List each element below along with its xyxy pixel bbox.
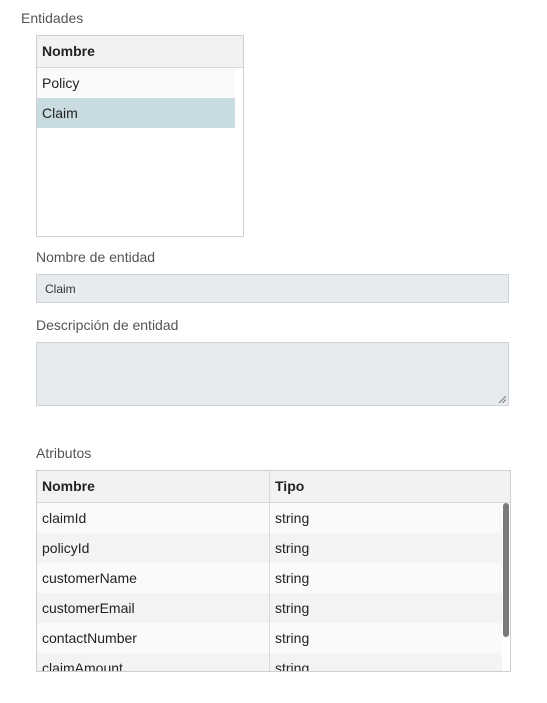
attributes-table-header: Nombre Tipo [37,471,510,503]
attribute-name-cell: customerName [42,570,137,586]
attribute-type-cell: string [275,630,310,646]
attribute-type-cell: string [275,510,310,526]
entity-description-textarea[interactable] [36,342,509,406]
resize-grip-icon[interactable] [498,395,506,403]
entities-list: Nombre Policy Claim [36,35,244,237]
entities-section-label: Entidades [21,10,84,26]
entity-item-policy[interactable]: Policy [37,68,235,98]
entity-name-label: Nombre de entidad [36,249,156,265]
attribute-type-cell: string [275,600,310,616]
attributes-section-label: Atributos [36,445,92,461]
attribute-type-cell: string [275,540,310,556]
entity-description-label: Descripción de entidad [36,317,179,333]
column-header-type[interactable]: Tipo [270,471,304,502]
attributes-table: Nombre Tipo claimId string policyId stri… [36,470,511,672]
column-divider [269,471,270,671]
attribute-name-cell: contactNumber [42,630,137,646]
attribute-name-cell: claimId [42,510,87,526]
column-header-name[interactable]: Nombre [37,471,95,502]
attribute-name-cell: claimAmount [42,660,123,672]
entity-item-claim[interactable]: Claim [37,98,235,128]
attribute-type-cell: string [275,660,310,672]
attribute-name-cell: policyId [42,540,90,556]
entities-column-header[interactable]: Nombre [37,36,243,68]
scrollbar-thumb[interactable] [503,503,509,637]
entity-name-input[interactable] [36,274,509,303]
attributes-scrollbar[interactable] [502,503,510,671]
attribute-type-cell: string [275,570,310,586]
attribute-name-cell: customerEmail [42,600,135,616]
